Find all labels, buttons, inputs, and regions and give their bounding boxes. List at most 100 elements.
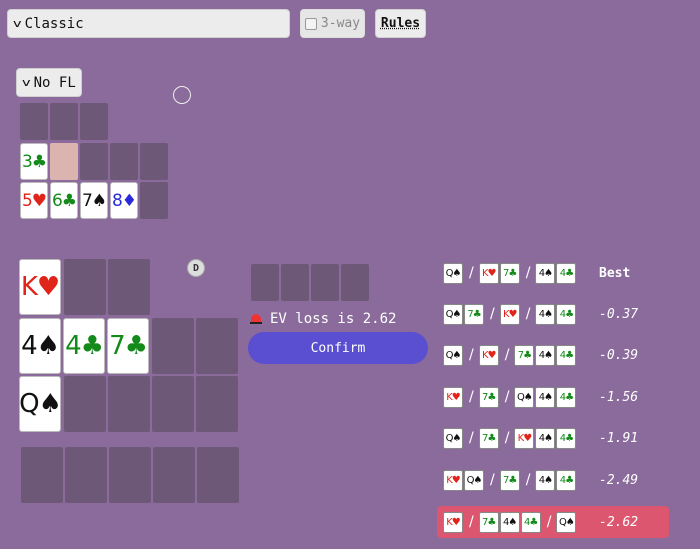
discard-slot[interactable]: [153, 447, 195, 503]
board-slot: [140, 143, 168, 180]
option-ev-value: -0.37: [599, 306, 639, 322]
option-card: Q♠: [443, 344, 463, 366]
row-separator: /: [546, 514, 552, 530]
option-card: 7♣: [499, 469, 520, 491]
player-slot[interactable]: [64, 259, 106, 315]
option-card: 4♣: [556, 303, 577, 325]
player-slot[interactable]: [64, 376, 106, 432]
opponent-indicator-icon: [173, 86, 191, 104]
option-ev-value: -1.56: [599, 389, 639, 405]
alarm-icon: [250, 314, 262, 324]
option-card: 7♣: [514, 344, 535, 366]
arrangement-option[interactable]: K♥ Q♠/7♣/4♠ 4♣ -2.49: [437, 464, 669, 496]
player-slot[interactable]: [196, 376, 238, 432]
option-cards: Q♠ / K♥/7♣ 4♠ 4♣: [443, 344, 577, 366]
option-card: 4♠: [499, 511, 520, 533]
player-card[interactable]: Q ♠: [19, 376, 62, 432]
fl-select[interactable]: v No FL: [16, 68, 82, 97]
option-cards: K♥/7♣ 4♠ 4♣ / Q♠: [443, 511, 577, 533]
dealt-slot[interactable]: [341, 264, 369, 301]
option-card: 4♠: [535, 386, 556, 408]
board-card: 6 ♣: [50, 182, 78, 219]
player-slot[interactable]: [108, 376, 150, 432]
arrangement-option[interactable]: Q♠ / K♥ 7♣/4♠ 4♣ Best: [437, 257, 669, 289]
board-card: 3 ♣: [20, 143, 48, 180]
board-slot-highlighted: [50, 143, 78, 180]
row-separator: /: [504, 347, 510, 363]
option-card: Q♠: [464, 469, 484, 491]
option-ev-value: -2.49: [599, 472, 639, 488]
rules-label: Rules: [380, 16, 421, 31]
three-way-label: 3-way: [320, 16, 361, 31]
option-card: 4♣: [556, 427, 577, 449]
board-card: 8 ♦: [110, 182, 138, 219]
row-separator: /: [469, 389, 474, 405]
arrangement-option[interactable]: Q♠ / K♥/7♣ 4♠ 4♣ -0.39: [437, 339, 669, 371]
row-separator: /: [504, 430, 510, 446]
discard-slot[interactable]: [21, 447, 63, 503]
row-separator: /: [525, 472, 531, 488]
dealt-slot[interactable]: [251, 264, 279, 301]
option-card: 4♠: [535, 469, 556, 491]
chevron-down-icon: v: [21, 76, 31, 89]
row-separator: /: [525, 265, 531, 281]
dealer-button: D: [187, 259, 205, 277]
option-card: 7♣: [478, 511, 499, 533]
discard-slot[interactable]: [197, 447, 239, 503]
board-slot: [20, 103, 48, 140]
ev-loss-text: EV loss is 2.62: [270, 311, 397, 327]
row-separator: /: [490, 306, 495, 322]
board-slot: [50, 103, 78, 140]
option-card: 4♠: [535, 262, 556, 284]
player-card[interactable]: 7 ♣: [107, 318, 149, 374]
three-way-toggle[interactable]: 3-way: [300, 9, 365, 38]
dealt-slot[interactable]: [281, 264, 309, 301]
option-cards: K♥ Q♠/7♣/4♠ 4♣: [443, 469, 577, 491]
option-card: K♥: [499, 303, 520, 325]
option-card: 7♣: [464, 303, 484, 325]
option-card: 4♣: [520, 511, 541, 533]
confirm-button[interactable]: Confirm: [248, 332, 428, 364]
game-mode-select[interactable]: v Classic: [7, 9, 290, 38]
player-slot[interactable]: [196, 318, 238, 374]
option-card: 4♣: [556, 469, 577, 491]
option-card: K♥: [443, 511, 463, 533]
option-card: Q♠: [443, 262, 463, 284]
game-mode-value: Classic: [24, 15, 84, 32]
discard-slot[interactable]: [65, 447, 107, 503]
row-separator: /: [504, 389, 510, 405]
player-card[interactable]: 4 ♣: [63, 318, 105, 374]
option-ev-value: Best: [599, 265, 631, 281]
option-card: Q♠: [514, 386, 535, 408]
option-ev-value: -1.91: [599, 430, 639, 446]
player-card[interactable]: K ♥: [19, 259, 61, 315]
option-cards: Q♠ / K♥ 7♣/4♠ 4♣: [443, 262, 577, 284]
confirm-label: Confirm: [310, 340, 366, 356]
option-cards: Q♠ 7♣ / K♥/4♠ 4♣: [443, 303, 577, 325]
arrangement-option[interactable]: Q♠/7♣ / K♥ 4♠ 4♣ -1.91: [437, 422, 669, 454]
checkbox-icon[interactable]: [304, 17, 317, 30]
board-card: 7 ♠: [80, 182, 108, 219]
option-cards: Q♠/7♣ / K♥ 4♠ 4♣: [443, 427, 577, 449]
player-slot[interactable]: [152, 376, 194, 432]
arrangement-option[interactable]: K♥/7♣ 4♠ 4♣ / Q♠ -2.62: [437, 506, 669, 538]
board-card: 5 ♥: [20, 182, 48, 219]
option-card: 4♠: [535, 427, 556, 449]
chevron-down-icon: v: [12, 17, 22, 30]
option-card: 4♣: [556, 386, 577, 408]
player-card[interactable]: 4 ♠: [19, 318, 61, 374]
board-slot: [80, 103, 108, 140]
fl-value: No FL: [33, 74, 76, 91]
option-cards: K♥/7♣ / Q♠ 4♠ 4♣: [443, 386, 577, 408]
arrangement-option[interactable]: K♥/7♣ / Q♠ 4♠ 4♣ -1.56: [437, 381, 669, 413]
row-separator: /: [469, 430, 474, 446]
player-slot[interactable]: [152, 318, 194, 374]
board-slot: [110, 143, 138, 180]
dealt-slot[interactable]: [311, 264, 339, 301]
discard-slot[interactable]: [109, 447, 151, 503]
option-card: K♥: [478, 262, 499, 284]
arrangement-option[interactable]: Q♠ 7♣ / K♥/4♠ 4♣ -0.37: [437, 298, 669, 330]
rules-button[interactable]: Rules: [375, 9, 426, 38]
player-slot[interactable]: [108, 259, 150, 315]
option-card: K♥: [478, 344, 499, 366]
